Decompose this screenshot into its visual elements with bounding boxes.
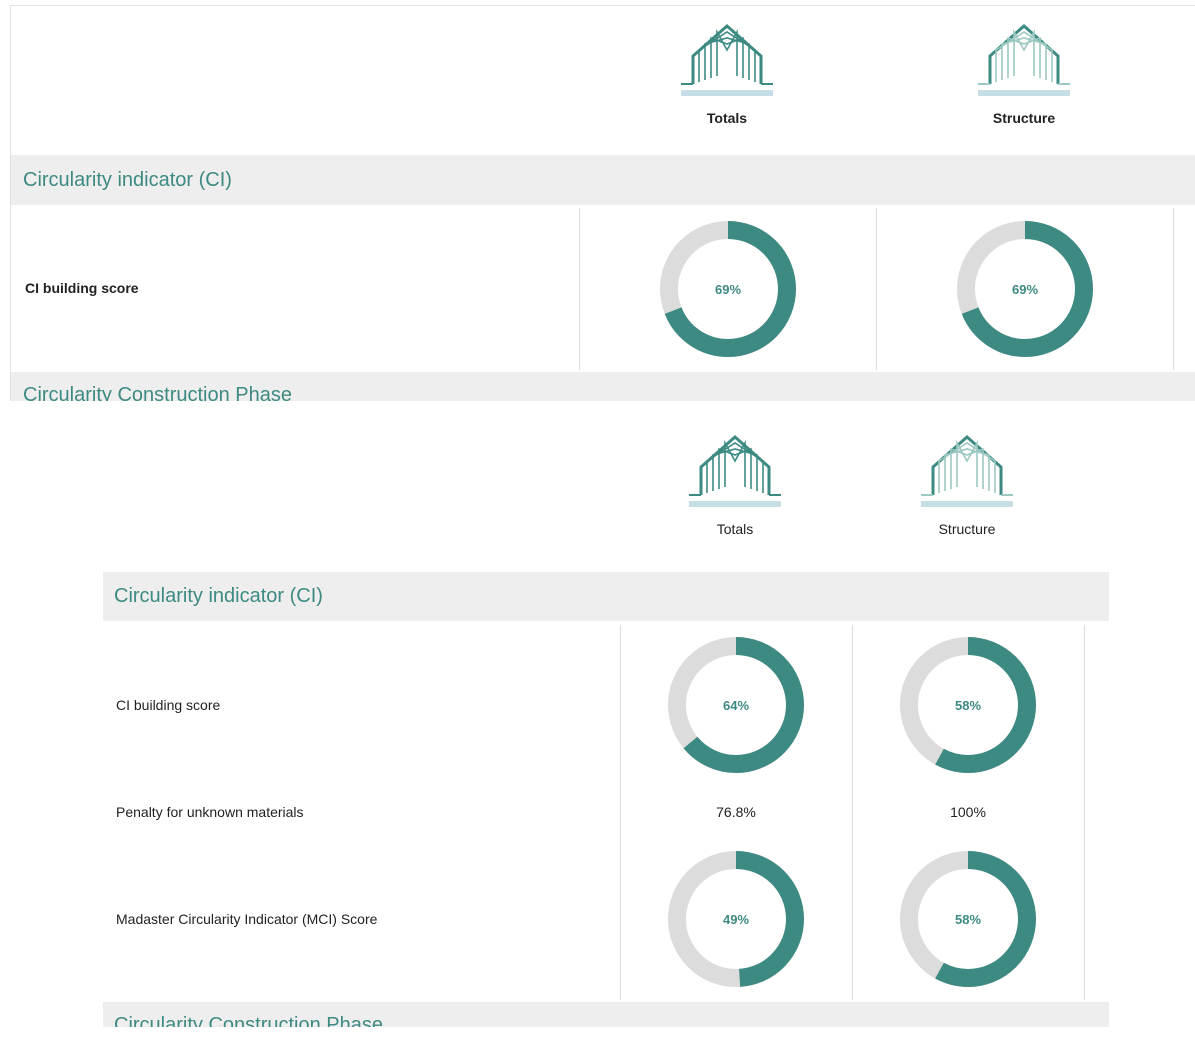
donut-chart-structure-ci: 58% xyxy=(898,635,1038,775)
circularity-panel-bottom: Totals Structure Circularity indicator (… xyxy=(0,401,1195,1027)
section-header-ci[interactable]: Circularity indicator (CI) xyxy=(11,155,1195,205)
column-header-structure: Structure xyxy=(867,433,1067,537)
section-header-construction-phase[interactable]: Circularity Construction Phase xyxy=(11,372,1195,401)
column-divider xyxy=(579,208,580,370)
circularity-panel-top: Totals Structure Circularity indicator (… xyxy=(10,5,1195,401)
penalty-value-structure: 100% xyxy=(950,804,986,820)
column-label-structure: Structure xyxy=(992,110,1056,126)
column-label-structure: Structure xyxy=(938,521,996,537)
donut-chart-structure-mci: 58% xyxy=(898,849,1038,989)
donut-value: 58% xyxy=(954,911,982,927)
house-structure-icon xyxy=(921,434,1013,507)
donut-chart-structure-ci: 69% xyxy=(955,219,1095,359)
row-label-ci-building-score: CI building score xyxy=(25,280,139,296)
donut-value: 58% xyxy=(954,697,982,713)
column-divider xyxy=(1084,625,1085,1000)
house-totals-icon xyxy=(681,23,773,96)
section-title: Circularity indicator (CI) xyxy=(23,168,232,191)
donut-chart-totals-ci: 64% xyxy=(666,635,806,775)
donut-value: 69% xyxy=(714,281,742,297)
column-header-totals: Totals xyxy=(635,433,835,537)
donut-chart-totals-ci: 69% xyxy=(658,219,798,359)
column-label-totals: Totals xyxy=(716,521,754,537)
column-header-totals: Totals xyxy=(627,22,827,126)
section-header-construction-phase[interactable]: Circularity Construction Phase xyxy=(103,1002,1109,1027)
row-label-penalty-unknown-materials: Penalty for unknown materials xyxy=(116,804,304,820)
section-title: Circularity Construction Phase xyxy=(23,384,292,401)
section-title: Circularity indicator (CI) xyxy=(114,585,323,607)
donut-value: 69% xyxy=(1011,281,1039,297)
house-structure-icon xyxy=(978,23,1070,96)
section-header-ci[interactable]: Circularity indicator (CI) xyxy=(103,572,1109,621)
donut-chart-totals-mci: 49% xyxy=(666,849,806,989)
donut-value: 64% xyxy=(722,697,750,713)
row-label-ci-building-score: CI building score xyxy=(116,697,221,713)
column-header-structure: Structure xyxy=(924,22,1124,126)
section-title: Circularity Construction Phase xyxy=(114,1014,383,1027)
penalty-value-totals: 76.8% xyxy=(716,804,756,820)
column-divider xyxy=(876,208,877,370)
column-divider xyxy=(1173,208,1174,370)
row-label-mci-score: Madaster Circularity Indicator (MCI) Sco… xyxy=(116,911,378,927)
donut-value: 49% xyxy=(722,911,750,927)
house-totals-icon xyxy=(689,434,781,507)
column-label-totals: Totals xyxy=(706,110,748,126)
